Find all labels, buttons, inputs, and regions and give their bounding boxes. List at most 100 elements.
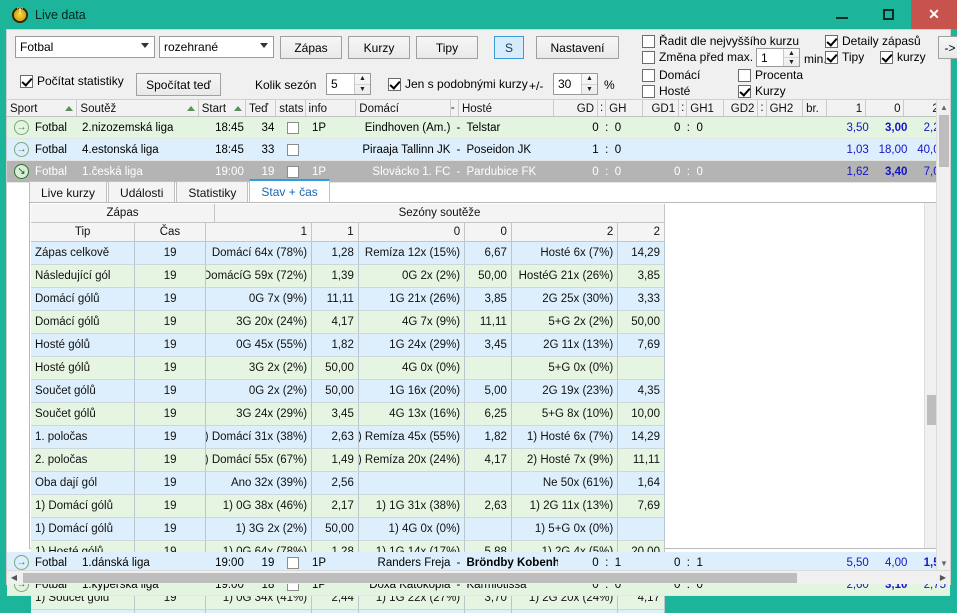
col-2-odds[interactable]: 2 (618, 223, 665, 242)
minimize-button[interactable] (819, 0, 865, 29)
col-0-label[interactable]: 0 (358, 223, 466, 242)
col-tip[interactable]: Tip (31, 223, 136, 242)
col-2-label[interactable]: 2 (511, 223, 619, 242)
kurzy-button[interactable]: Kurzy (348, 36, 410, 59)
col-odd-0[interactable]: 0 (866, 100, 905, 116)
row-stats-cell[interactable] (278, 556, 308, 569)
nastaveni-button[interactable]: Nastavení (536, 36, 619, 59)
sport-select[interactable]: Fotbal (15, 36, 155, 58)
col-colon-1[interactable]: : (598, 100, 607, 116)
row-stats-cell[interactable] (278, 165, 308, 178)
col-gh1[interactable]: GH1 (687, 100, 724, 116)
stepper-arrows-icon[interactable]: ▲ ▼ (581, 74, 597, 94)
col-1-odds[interactable]: 1 (311, 223, 359, 242)
detaily-checkbox[interactable]: Detaily zápasů (825, 34, 921, 48)
grid-vertical-scrollbar[interactable]: ▲ ▼ (936, 100, 950, 570)
stats-checkbox[interactable] (287, 165, 300, 178)
col-gd2[interactable]: GD2 (724, 100, 759, 116)
row-odd-0[interactable]: 4,00 (873, 557, 912, 569)
grid-horizontal-scrollbar[interactable]: ◀ ▶ (7, 570, 950, 584)
table-row[interactable]: → Fotbal 2.nizozemská liga 18:45 34 1P E… (7, 117, 950, 139)
scroll-down-icon[interactable]: ▼ (937, 556, 951, 570)
stats-row[interactable]: Součet gólů 19 0G 2x (2%) 50,00 1G 16x (20%)… (31, 380, 665, 403)
col-gh[interactable]: GH (606, 100, 643, 116)
jen-s-podobnymi-checkbox[interactable]: Jen s podobnými kurzy (388, 77, 528, 91)
col-domaci[interactable]: Domácí (356, 100, 451, 116)
col-stats[interactable]: stats (276, 100, 306, 116)
col-colon-3[interactable]: : (758, 100, 767, 116)
col-hoste[interactable]: Hosté (459, 100, 554, 116)
stepper-arrows-icon[interactable]: ▲ ▼ (354, 74, 370, 94)
pocitat-statistiky-checkbox[interactable]: Počítat statistiky (20, 74, 124, 88)
table-row[interactable]: → Fotbal 4.estonská liga 18:45 33 Piraaj… (7, 139, 950, 161)
tab-live-kurzy[interactable]: Live kurzy (29, 181, 108, 203)
col-ted[interactable]: Teď (246, 100, 277, 116)
stats-checkbox[interactable] (287, 556, 300, 569)
stats-row[interactable]: Domácí gólů 19 3G 20x (24%) 4,17 4G 7x (9%) 1… (31, 311, 665, 334)
tab-stav-cas[interactable]: Stav + čas (249, 179, 330, 203)
row-stats-cell[interactable] (278, 143, 308, 156)
stepper-arrows-icon[interactable]: ▲ ▼ (783, 49, 799, 66)
row-odd-1[interactable]: 3,50 (833, 122, 872, 134)
row-odd-0[interactable]: 3,40 (873, 166, 912, 178)
kolik-sezon-stepper[interactable]: 5 ▲ ▼ (326, 73, 371, 95)
col-sport[interactable]: Sport (7, 100, 78, 116)
stats-row[interactable]: 1. poločas 19 1) Domácí 31x (38%) 2,63 1) Re… (31, 426, 665, 449)
col-soutez[interactable]: Soutěž (77, 100, 199, 116)
row-odd-1[interactable]: 1,62 (833, 166, 872, 178)
col-gh2[interactable]: GH2 (767, 100, 804, 116)
stats-row[interactable]: Hosté gólů 19 0G 45x (55%) 1,82 1G 24x (29%)… (31, 334, 665, 357)
stats-row[interactable]: Následující gól 19 DomácíG 59x (72%) 1,39 0G… (31, 265, 665, 288)
col-dash[interactable]: - (451, 100, 459, 116)
col-odd-1[interactable]: 1 (827, 100, 867, 116)
procenta-checkbox[interactable]: Procenta (738, 68, 803, 82)
tipy-checkbox[interactable]: Tipy (825, 50, 864, 64)
stats-row[interactable]: Hosté gólů 19 3G 2x (2%) 50,00 4G 0x (0%) 5+G… (31, 357, 665, 380)
zmena-checkbox[interactable]: Změna před max. (642, 50, 753, 64)
col-start[interactable]: Start (199, 100, 246, 116)
radit-checkbox[interactable]: Řadit dle nejvyššího kurzu (642, 34, 799, 48)
kurzy-checkbox[interactable]: kurzy (880, 50, 926, 64)
stats-row[interactable]: Oba dají gól 19 Ano 32x (39%) 2,56 Ne 50x (6… (31, 472, 665, 495)
col-cas[interactable]: Čas (135, 223, 206, 242)
stats-checkbox[interactable] (287, 121, 300, 134)
tab-statistiky[interactable]: Statistiky (176, 181, 249, 203)
scroll-right-icon[interactable]: ▶ (936, 571, 950, 585)
maximize-button[interactable] (865, 0, 911, 29)
col-1-label[interactable]: 1 (205, 223, 312, 242)
kurzy2-checkbox[interactable]: Kurzy (738, 84, 786, 98)
spocitat-ted-button[interactable]: Spočítat teď (136, 73, 221, 96)
stats-row[interactable]: 1) Domácí gólů 19 1) 3G 2x (2%) 50,00 1) 4G … (31, 518, 665, 541)
col-info[interactable]: info (306, 100, 357, 116)
stats-row[interactable]: Zápas celkově 19 Domácí 64x (78%) 1,28 Remíz… (31, 242, 665, 265)
row-odd-0[interactable]: 3,00 (873, 122, 912, 134)
col-br[interactable]: br. (803, 100, 828, 116)
col-gd[interactable]: GD (554, 100, 599, 116)
grid-hscroll-thumb[interactable] (23, 573, 797, 583)
row-odd-1[interactable]: 1,03 (833, 144, 872, 156)
col-colon-2[interactable]: : (679, 100, 688, 116)
domaci-checkbox[interactable]: Domácí (642, 68, 700, 82)
tab-udalosti[interactable]: Události (108, 181, 176, 203)
grid-scroll-thumb[interactable] (939, 115, 949, 167)
stats-row[interactable]: 1) Domácí gólů 19 1) 0G 38x (46%) 2,17 1) 1G… (31, 495, 665, 518)
s-button[interactable]: S (494, 36, 524, 59)
stats-checkbox[interactable] (287, 143, 300, 156)
row-odd-1[interactable]: 5,50 (833, 557, 872, 569)
zapas-button[interactable]: Zápas (280, 36, 342, 59)
stats-row[interactable]: Součet gólů 19 3G 24x (29%) 3,45 4G 13x (16%… (31, 403, 665, 426)
percent-stepper[interactable]: 30 ▲ ▼ (553, 73, 598, 95)
row-stats-cell[interactable] (278, 121, 308, 134)
stats-row[interactable]: 2. poločas 19 2) Domácí 55x (67%) 1,49 2) Re… (31, 449, 665, 472)
col-0-odds[interactable]: 0 (465, 223, 512, 242)
scroll-right-button[interactable]: -> (938, 36, 957, 59)
scroll-left-icon[interactable]: ◀ (7, 571, 21, 585)
hoste-checkbox[interactable]: Hosté (642, 84, 690, 98)
close-button[interactable]: ✕ (911, 0, 957, 29)
scroll-up-icon[interactable]: ▲ (937, 100, 951, 114)
row-odd-0[interactable]: 18,00 (873, 144, 912, 156)
tipy-button[interactable]: Tipy (416, 36, 478, 59)
state-select[interactable]: rozehrané (159, 36, 274, 58)
stats-row[interactable]: Domácí gólů 19 0G 7x (9%) 11,11 1G 21x (26%)… (31, 288, 665, 311)
col-gd1[interactable]: GD1 (643, 100, 680, 116)
